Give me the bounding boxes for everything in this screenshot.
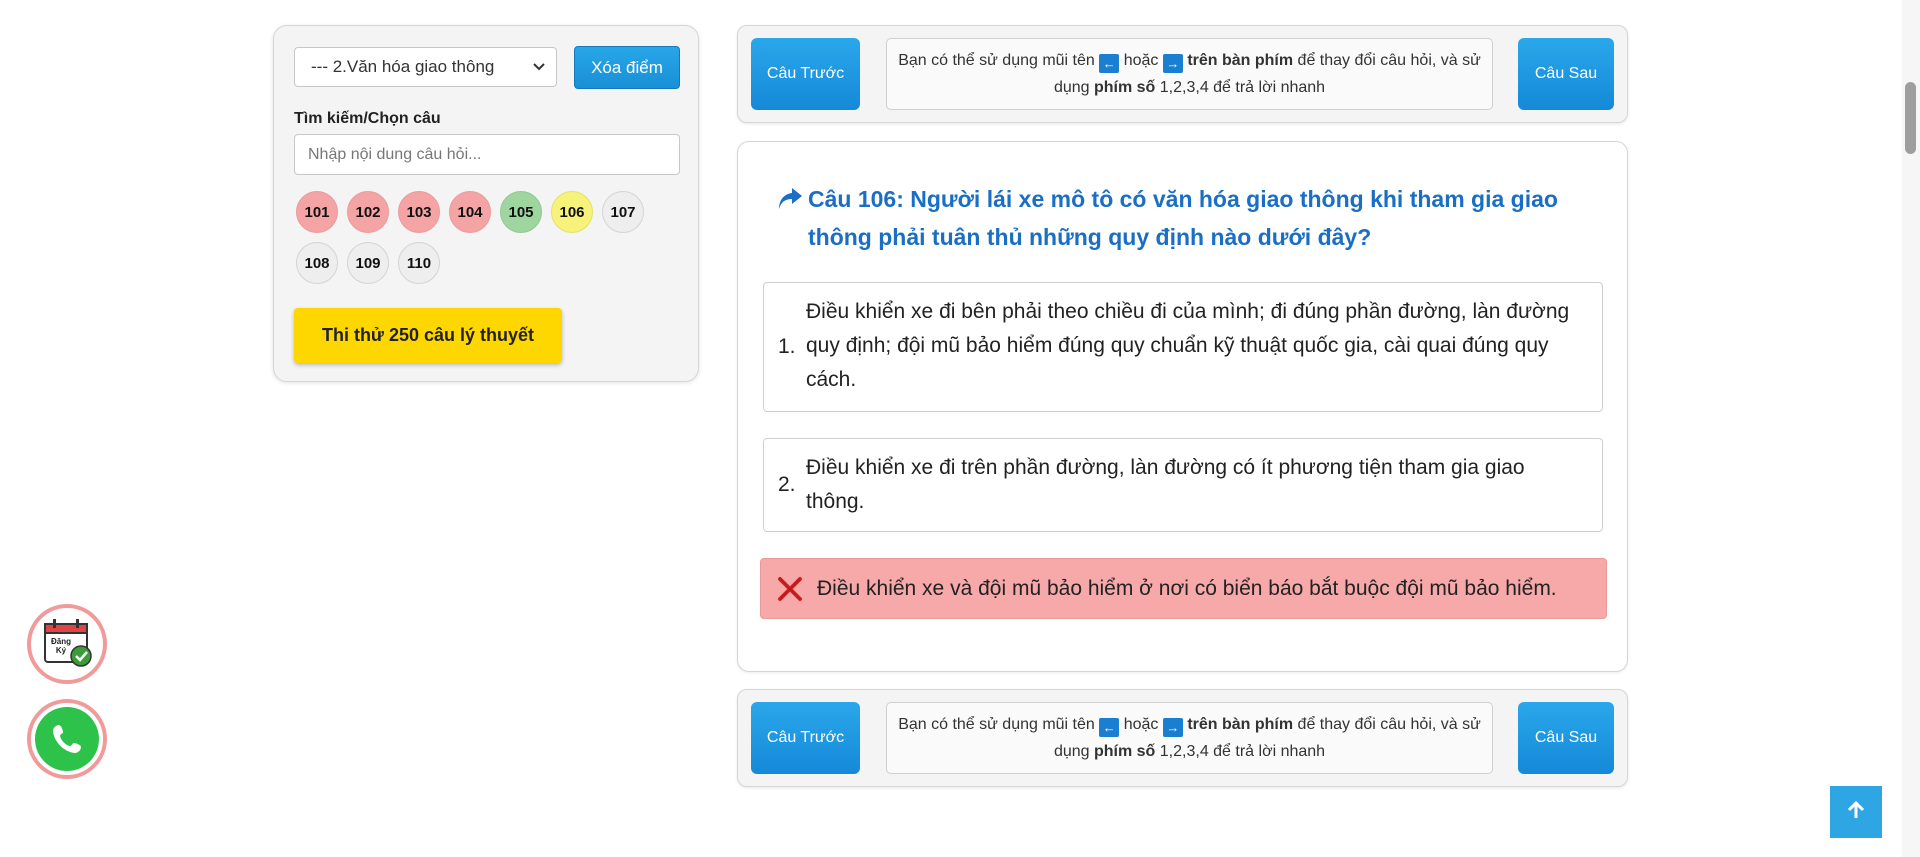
search-label: Tìm kiếm/Chọn câu xyxy=(294,110,441,127)
scrollbar-thumb[interactable] xyxy=(1905,82,1916,154)
left-arrow-key-icon: ← xyxy=(1099,718,1120,737)
question-number-101[interactable]: 101 xyxy=(296,191,338,233)
hint-text: hoặc xyxy=(1123,52,1159,69)
question-title: Câu 106: Người lái xe mô tô có văn hóa g… xyxy=(808,186,1558,250)
reset-score-button[interactable]: Xóa điểm xyxy=(574,46,680,89)
close-x-icon xyxy=(776,575,804,603)
answer-option-3-wrong[interactable]: Điều khiển xe và đội mũ bảo hiểm ở nơi c… xyxy=(760,558,1607,619)
question-number-104[interactable]: 104 xyxy=(449,191,491,233)
hint-text: Bạn có thể sử dụng mũi tên xyxy=(898,52,1095,69)
next-question-button[interactable]: Câu Sau xyxy=(1518,702,1614,774)
question-number-grid: 101 102 103 104 105 106 107 108 109 110 xyxy=(296,191,676,284)
answer-number: 1. xyxy=(778,335,796,358)
question-nav-bottom: Câu Trước Bạn có thể sử dụng mũi tên ← h… xyxy=(737,689,1628,787)
answer-option-1[interactable]: 1. Điều khiển xe đi bên phải theo chiều … xyxy=(763,282,1603,412)
mock-exam-button[interactable]: Thi thử 250 câu lý thuyết xyxy=(294,308,562,363)
question-nav-top: Câu Trước Bạn có thể sử dụng mũi tên ← h… xyxy=(737,25,1628,123)
question-number-105[interactable]: 105 xyxy=(500,191,542,233)
chevron-down-icon xyxy=(532,59,546,76)
topic-select-value: --- 2.Văn hóa giao thông xyxy=(311,57,495,76)
question-number-106[interactable]: 106 xyxy=(551,191,593,233)
left-arrow-key-icon: ← xyxy=(1099,54,1120,73)
question-card: Câu 106: Người lái xe mô tô có văn hóa g… xyxy=(737,141,1628,672)
arrow-up-icon xyxy=(1845,799,1867,826)
question-panel: --- 2.Văn hóa giao thông Xóa điểm Tìm ki… xyxy=(273,25,699,382)
calendar-check-icon: Đăng Ký xyxy=(37,612,97,677)
question-number-108[interactable]: 108 xyxy=(296,242,338,284)
right-arrow-key-icon: → xyxy=(1162,718,1183,737)
hint-text: 1,2,3,4 để trả lời nhanh xyxy=(1159,79,1326,96)
keyboard-hint: Bạn có thể sử dụng mũi tên ← hoặc → trên… xyxy=(886,38,1493,110)
phone-icon xyxy=(35,707,99,771)
answer-number: 2. xyxy=(778,473,796,496)
register-text-2: Ký xyxy=(56,646,67,655)
question-number-110[interactable]: 110 xyxy=(398,242,440,284)
hint-text-bold: trên bàn phím xyxy=(1187,716,1294,733)
search-input[interactable]: Nhập nội dung câu hỏi... xyxy=(294,134,680,175)
question-number-102[interactable]: 102 xyxy=(347,191,389,233)
hint-text: 1,2,3,4 để trả lời nhanh xyxy=(1159,743,1326,760)
hint-text: hoặc xyxy=(1123,716,1159,733)
register-text-1: Đăng xyxy=(51,637,71,646)
share-arrow-icon xyxy=(776,186,804,212)
hint-text-bold: phím số xyxy=(1093,79,1156,96)
question-number-107[interactable]: 107 xyxy=(602,191,644,233)
hint-text-bold: phím số xyxy=(1093,743,1156,760)
question-number-103[interactable]: 103 xyxy=(398,191,440,233)
register-float-button[interactable]: Đăng Ký xyxy=(27,604,107,684)
prev-question-button[interactable]: Câu Trước xyxy=(751,38,860,110)
call-float-button[interactable] xyxy=(27,699,107,779)
keyboard-hint: Bạn có thể sử dụng mũi tên ← hoặc → trên… xyxy=(886,702,1493,774)
answer-text: Điều khiển xe đi bên phải theo chiều đi … xyxy=(806,300,1570,391)
right-arrow-key-icon: → xyxy=(1162,54,1183,73)
hint-text: Bạn có thể sử dụng mũi tên xyxy=(898,716,1095,733)
hint-text-bold: trên bàn phím xyxy=(1187,52,1294,69)
prev-question-button[interactable]: Câu Trước xyxy=(751,702,860,774)
answer-text: Điều khiển xe đi trên phần đường, làn đư… xyxy=(806,456,1525,513)
answer-text: Điều khiển xe và đội mũ bảo hiểm ở nơi c… xyxy=(817,576,1557,600)
next-question-button[interactable]: Câu Sau xyxy=(1518,38,1614,110)
back-to-top-button[interactable] xyxy=(1830,786,1882,838)
topic-select[interactable]: --- 2.Văn hóa giao thông xyxy=(294,47,557,87)
question-number-109[interactable]: 109 xyxy=(347,242,389,284)
answer-option-2[interactable]: 2. Điều khiển xe đi trên phần đường, làn… xyxy=(763,438,1603,532)
